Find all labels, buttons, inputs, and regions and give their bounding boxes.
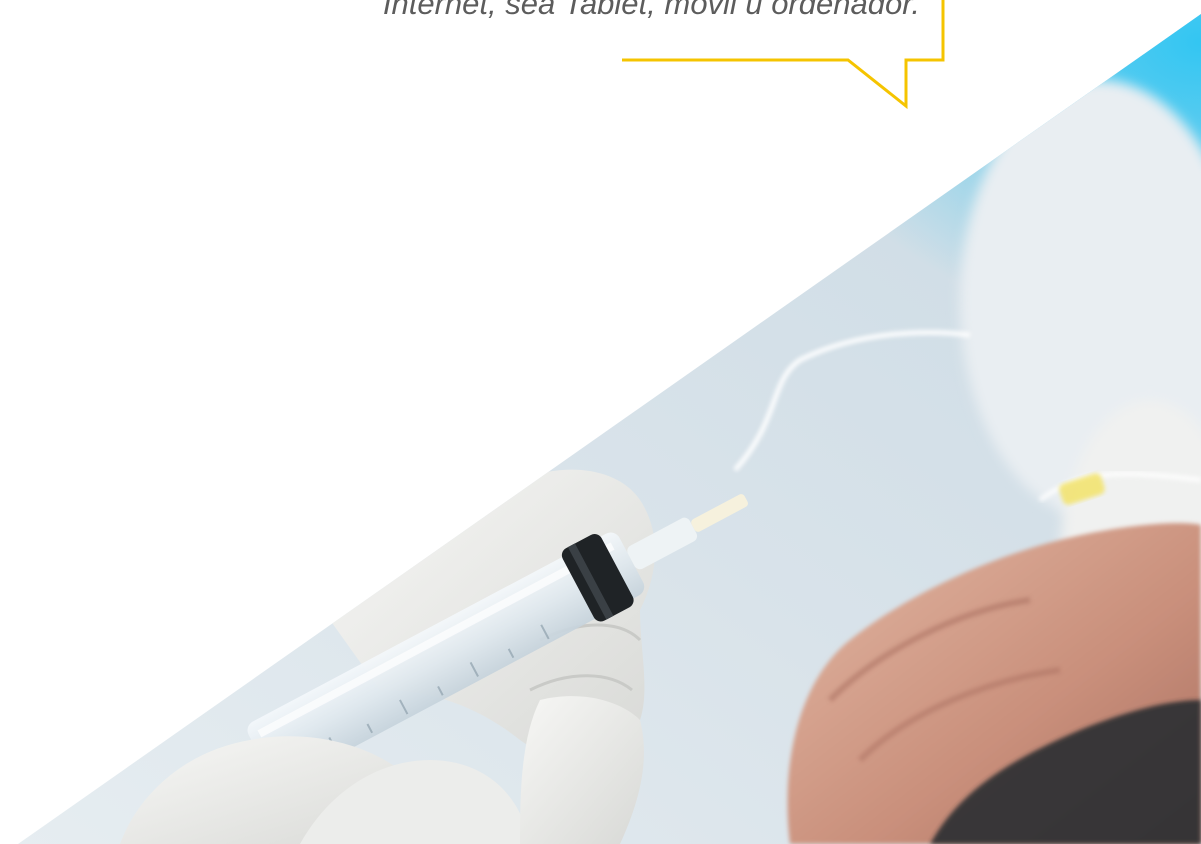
page: Internet, sea Tablet, móvil u ordenador. [0,0,1201,844]
medical-syringe-photo [18,14,1201,844]
tagline-text: Internet, sea Tablet, móvil u ordenador. [382,0,920,21]
